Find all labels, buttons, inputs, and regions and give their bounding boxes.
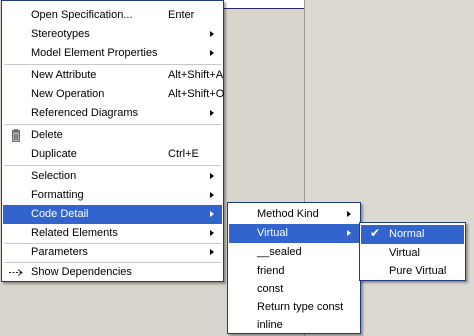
menu-item-label: Formatting	[31, 189, 84, 201]
menu-item-duplicate[interactable]: Duplicate Ctrl+E	[3, 145, 222, 164]
menu-item-stereotypes[interactable]: Stereotypes	[3, 25, 222, 44]
menu-item-friend[interactable]: friend	[229, 262, 359, 281]
menu-item-label: Open Specification...	[31, 9, 133, 21]
menu-item-shortcut: Alt+Shift+A	[168, 69, 224, 81]
menu-item-label: New Operation	[31, 88, 105, 100]
menu-item-label: friend	[257, 265, 285, 277]
menu-item-label: Duplicate	[31, 148, 77, 160]
menu-item-method-kind[interactable]: Method Kind	[229, 205, 359, 224]
submenu-arrow-icon	[210, 110, 214, 116]
menu-item-label: Normal	[389, 228, 425, 240]
menu-item-label: Code Detail	[31, 208, 89, 220]
menu-item-normal[interactable]: ✔ Normal	[361, 225, 464, 244]
menu-item-label: __sealed	[257, 246, 302, 258]
menu-item-label: Show Dependencies	[31, 266, 132, 278]
menu-item-virtual[interactable]: Virtual	[229, 224, 359, 243]
menu-item-referenced-diagrams[interactable]: Referenced Diagrams	[3, 104, 222, 123]
menu-item-related-elements[interactable]: Related Elements	[3, 224, 222, 243]
submenu-arrow-icon	[210, 192, 214, 198]
menu-item-sealed[interactable]: __sealed	[229, 243, 359, 262]
menu-item-label: Related Elements	[31, 227, 118, 239]
menu-separator	[4, 64, 221, 65]
menu-item-delete[interactable]: Delete	[3, 126, 222, 145]
menu-item-label: Referenced Diagrams	[31, 107, 138, 119]
submenu-arrow-icon	[210, 211, 214, 217]
menu-item-label: Virtual	[389, 247, 420, 259]
background-window-line	[224, 8, 306, 9]
menu-item-shortcut: Alt+Shift+O	[168, 88, 225, 100]
menu-item-label: Pure Virtual	[389, 265, 447, 277]
menu-item-shortcut: Ctrl+E	[168, 148, 199, 160]
menu-item-code-detail[interactable]: Code Detail	[3, 205, 222, 224]
menu-separator	[4, 124, 221, 125]
code-detail-submenu: Method Kind Virtual __sealed friend cons…	[227, 202, 361, 334]
submenu-arrow-icon	[210, 173, 214, 179]
menu-item-show-dependencies[interactable]: Show Dependencies	[3, 263, 222, 282]
menu-item-return-type-const[interactable]: Return type const	[229, 298, 359, 317]
dependency-arrow-icon	[9, 269, 23, 276]
menu-item-label: Selection	[31, 170, 77, 182]
menu-item-virtual-option[interactable]: Virtual	[361, 244, 464, 263]
menu-item-label: Delete	[31, 129, 63, 141]
menu-item-pure-virtual[interactable]: Pure Virtual	[361, 262, 464, 281]
menu-separator	[4, 165, 221, 166]
menu-item-label: const	[257, 283, 284, 295]
menu-item-label: Method Kind	[257, 208, 319, 220]
menu-item-label: inline	[257, 319, 283, 331]
submenu-arrow-icon	[210, 31, 214, 37]
menu-item-parameters[interactable]: Parameters	[3, 243, 222, 262]
submenu-arrow-icon	[210, 230, 214, 236]
menu-item-selection[interactable]: Selection	[3, 167, 222, 186]
trash-icon	[12, 129, 20, 142]
menu-item-new-operation[interactable]: New Operation Alt+Shift+O	[3, 85, 225, 104]
menu-item-shortcut: Enter	[168, 9, 195, 21]
menu-item-label: New Attribute	[31, 69, 97, 81]
menu-item-open-specification[interactable]: Open Specification... Enter	[3, 6, 222, 25]
context-menu: Open Specification... Enter Stereotypes …	[1, 0, 224, 282]
menu-item-label: Stereotypes	[31, 28, 90, 40]
menu-item-new-attribute[interactable]: New Attribute Alt+Shift+A	[3, 66, 224, 85]
submenu-arrow-icon	[347, 230, 351, 236]
menu-item-label: Return type const	[257, 301, 344, 313]
virtual-submenu: ✔ Normal Virtual Pure Virtual	[359, 222, 466, 281]
menu-item-inline[interactable]: inline	[229, 316, 359, 335]
check-icon: ✔	[370, 226, 381, 240]
menu-item-model-element-properties[interactable]: Model Element Properties	[3, 44, 222, 63]
menu-item-label: Model Element Properties	[31, 47, 158, 59]
menu-item-label: Virtual	[257, 227, 288, 239]
submenu-arrow-icon	[210, 50, 214, 56]
menu-item-label: Parameters	[31, 246, 88, 258]
submenu-arrow-icon	[210, 249, 214, 255]
menu-item-formatting[interactable]: Formatting	[3, 186, 222, 205]
submenu-arrow-icon	[347, 211, 351, 217]
menu-item-const[interactable]: const	[229, 280, 359, 299]
